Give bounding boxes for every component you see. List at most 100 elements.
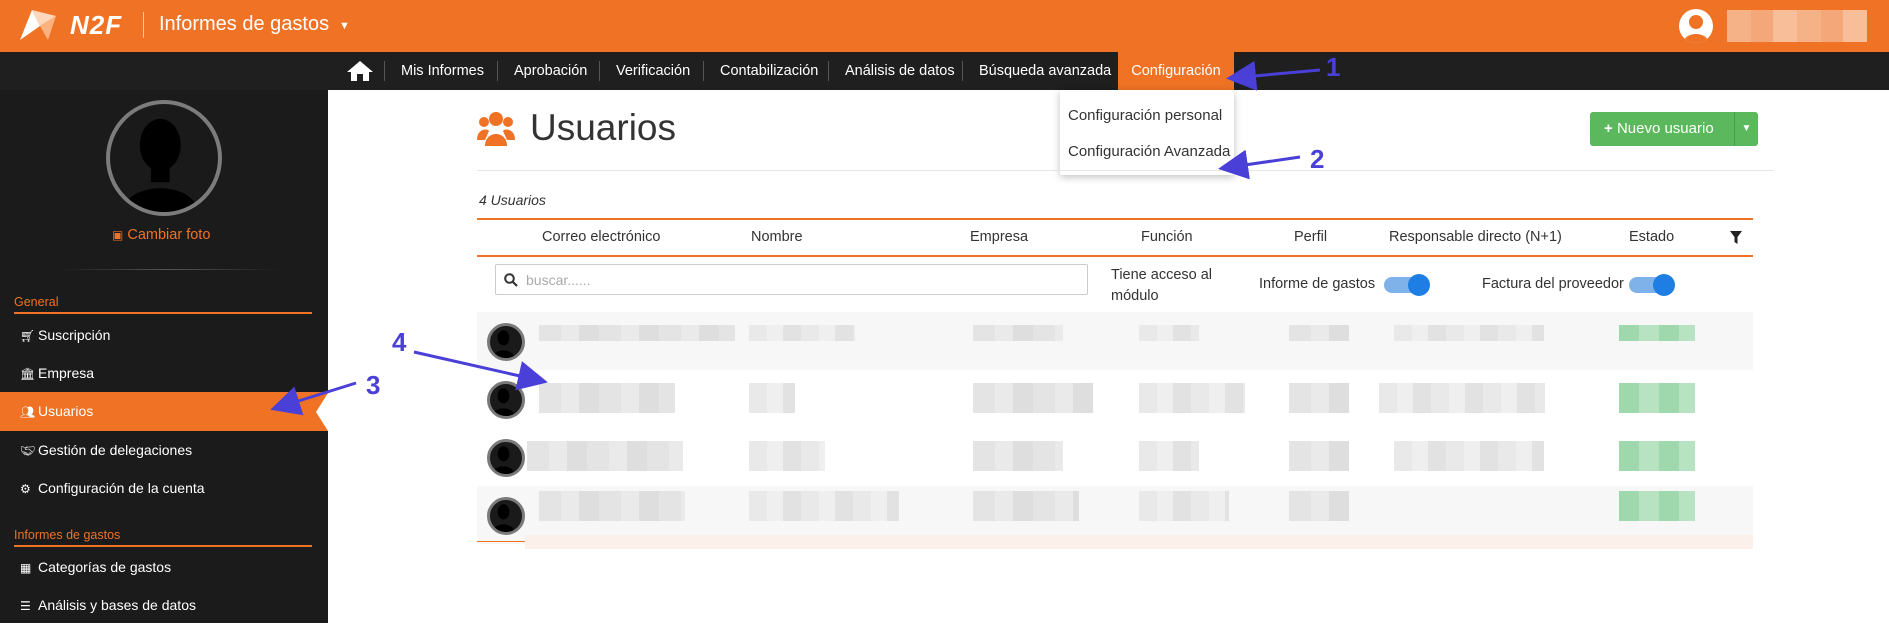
- function-redacted: [1139, 383, 1245, 413]
- caret-down-icon: ▼: [1741, 123, 1752, 134]
- table-row[interactable]: [477, 370, 1753, 428]
- column-header-email[interactable]: Correo electrónico: [542, 229, 660, 245]
- table-row[interactable]: [477, 312, 1753, 370]
- sidebar-item-label: Suscripción: [38, 327, 111, 343]
- search-box[interactable]: [495, 264, 1088, 295]
- new-user-button[interactable]: + Nuevo usuario: [1590, 112, 1734, 146]
- status-badge: [1619, 491, 1695, 521]
- column-header-company[interactable]: Empresa: [970, 229, 1028, 245]
- list-icon: ☰: [20, 599, 31, 613]
- search-input[interactable]: [526, 269, 1076, 291]
- expense-report-toggle[interactable]: [1384, 274, 1430, 296]
- user-avatar: [487, 323, 525, 361]
- app-switcher-title[interactable]: Informes de gastos: [159, 13, 329, 36]
- function-redacted: [1139, 441, 1199, 471]
- manager-redacted: [1379, 383, 1545, 413]
- sidebar-section-general: General: [14, 295, 59, 309]
- sidebar-item-label: Usuarios: [38, 403, 94, 419]
- company-redacted: [973, 325, 1063, 341]
- filter-icon[interactable]: [1730, 231, 1742, 244]
- user-name-redacted[interactable]: [1727, 10, 1867, 42]
- toggle-expense-label: Informe de gastos: [1259, 276, 1376, 292]
- nav-analisis-datos[interactable]: Análisis de datos: [829, 52, 971, 90]
- name-redacted: [749, 491, 899, 521]
- gears-icon: ⚙︎: [20, 482, 31, 496]
- change-photo-link[interactable]: ▣ Cambiar foto: [112, 227, 210, 243]
- bank-icon: 🏛︎: [20, 367, 36, 381]
- annotation-2: 2: [1310, 144, 1325, 174]
- user-avatar: [487, 381, 525, 419]
- n2f-logo-icon[interactable]: [18, 6, 58, 42]
- users-count: 4 Usuarios: [479, 192, 546, 208]
- supplier-invoice-toggle[interactable]: [1629, 274, 1675, 296]
- toggle-knob: [1653, 274, 1675, 296]
- app-switcher-caret-icon[interactable]: ▼: [339, 20, 350, 32]
- sidebar-item-delegaciones[interactable]: 🤝︎ Gestión de delegaciones: [0, 431, 328, 469]
- table-header-bottom-rule: [477, 255, 1753, 257]
- table-row[interactable]: [477, 428, 1753, 486]
- profile-divider: [60, 269, 280, 270]
- annotation-4: 4: [392, 327, 407, 357]
- title-divider: [477, 170, 1773, 171]
- name-redacted: [749, 383, 795, 413]
- plus-icon: +: [1604, 120, 1613, 137]
- users-group-icon: [477, 112, 515, 146]
- sidebar-section-rule: [14, 312, 312, 314]
- users-icon: 👥︎: [20, 405, 36, 419]
- table-header-top-rule: [477, 218, 1753, 220]
- nav-busqueda-avanzada[interactable]: Búsqueda avanzada: [963, 52, 1127, 90]
- annotation-1: 1: [1326, 52, 1341, 82]
- logo-text[interactable]: N2F: [70, 10, 122, 41]
- sidebar-item-categorias-gastos[interactable]: ▦ Categorías de gastos: [0, 548, 328, 586]
- dropdown-configuracion-personal[interactable]: Configuración personal: [1068, 107, 1222, 124]
- column-header-status[interactable]: Estado: [1629, 229, 1674, 245]
- sidebar-item-label: Configuración de la cuenta: [38, 480, 205, 496]
- manager-redacted: [1394, 325, 1544, 341]
- company-redacted: [973, 441, 1063, 471]
- column-header-profile[interactable]: Perfil: [1294, 229, 1327, 245]
- nav-mis-informes[interactable]: Mis Informes: [385, 52, 500, 90]
- home-icon[interactable]: [346, 60, 374, 82]
- name-redacted: [749, 325, 855, 341]
- new-user-dropdown-toggle[interactable]: ▼: [1734, 112, 1758, 146]
- email-redacted: [527, 441, 683, 471]
- sidebar-section-rule: [14, 545, 312, 547]
- table-bottom-rule: [477, 541, 525, 542]
- nav-verificacion[interactable]: Verificación: [600, 52, 706, 90]
- column-header-function[interactable]: Función: [1141, 229, 1193, 245]
- nav-aprobacion[interactable]: Aprobación: [498, 52, 603, 90]
- profile-photo: [106, 100, 222, 216]
- profile-redacted: [1289, 383, 1349, 413]
- search-icon: [504, 273, 518, 287]
- new-user-label: Nuevo usuario: [1616, 120, 1714, 137]
- dropdown-configuracion-avanzada[interactable]: Configuración Avanzada: [1068, 143, 1230, 160]
- function-redacted: [1139, 325, 1199, 341]
- email-redacted: [539, 325, 735, 341]
- email-redacted: [539, 491, 685, 521]
- sidebar-item-configuracion-cuenta[interactable]: ⚙︎ Configuración de la cuenta: [0, 469, 328, 507]
- user-avatar: [487, 439, 525, 477]
- nav-configuracion[interactable]: Configuración: [1118, 52, 1234, 90]
- sidebar-item-label: Análisis y bases de datos: [38, 597, 196, 613]
- change-photo-label: Cambiar foto: [127, 227, 211, 243]
- status-badge: [1619, 383, 1695, 413]
- column-header-manager[interactable]: Responsable directo (N+1): [1389, 229, 1562, 245]
- cart-icon: 🛒︎: [20, 329, 36, 343]
- sidebar-item-label: Gestión de delegaciones: [38, 442, 193, 458]
- sidebar-item-analisis-bases[interactable]: ☰ Análisis y bases de datos: [0, 586, 328, 624]
- status-badge: [1619, 325, 1695, 341]
- sidebar-item-usuarios[interactable]: 👥︎ Usuarios: [0, 392, 328, 431]
- column-header-name[interactable]: Nombre: [751, 229, 803, 245]
- header-divider: [143, 12, 144, 38]
- status-badge: [1619, 441, 1695, 471]
- company-redacted: [973, 491, 1079, 521]
- nav-contabilizacion[interactable]: Contabilización: [704, 52, 834, 90]
- sidebar-item-label: Categorías de gastos: [38, 559, 172, 575]
- toggle-knob: [1408, 274, 1430, 296]
- sidebar-item-label: Empresa: [38, 365, 95, 381]
- user-avatar[interactable]: [1679, 9, 1713, 43]
- handshake-icon: 🤝︎: [20, 444, 36, 458]
- sidebar-item-empresa[interactable]: 🏛︎ Empresa: [0, 354, 328, 392]
- sidebar-item-suscripcion[interactable]: 🛒︎ Suscripción: [0, 316, 328, 354]
- email-redacted: [539, 383, 675, 413]
